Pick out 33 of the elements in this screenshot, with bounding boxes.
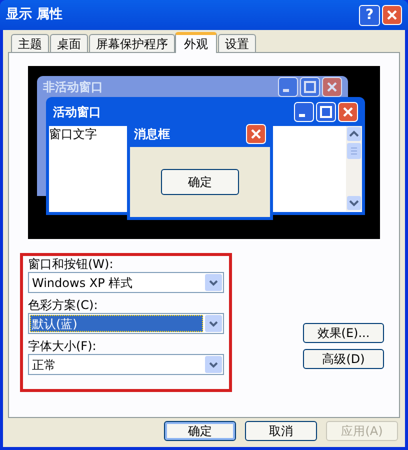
dropdown-value: 正常 [31, 356, 57, 372]
dialog-button[interactable]: 确定 [164, 421, 236, 441]
close-icon[interactable] [322, 77, 342, 97]
message-box-title: 消息框 [134, 126, 171, 142]
side-button[interactable]: 高级(D) [303, 349, 384, 369]
minimize-icon[interactable] [278, 77, 298, 97]
side-button[interactable]: 效果(E)... [303, 323, 384, 343]
minimize-icon[interactable] [294, 102, 314, 122]
tab[interactable]: 设置 [218, 34, 256, 52]
field-label: 色彩方案(C): [28, 297, 99, 313]
tab[interactable]: 桌面 [50, 34, 88, 52]
dropdown-value: 默认(蓝) [30, 315, 203, 332]
help-button[interactable]: ? [359, 4, 380, 26]
dropdown[interactable]: Windows XP 样式 [28, 272, 224, 293]
maximize-icon[interactable] [300, 77, 320, 97]
window-title: 显示 属性 [6, 6, 64, 24]
window-text: 窗口文字 [49, 126, 97, 140]
dialog-button[interactable]: 取消 [245, 421, 317, 441]
dropdown[interactable]: 默认(蓝) [28, 313, 224, 334]
tab[interactable]: 外观 [175, 32, 217, 53]
field-label: 窗口和按钮(W): [28, 256, 114, 272]
dropdown-value: Windows XP 样式 [31, 274, 134, 290]
ok-button[interactable]: 确定 [161, 169, 239, 195]
field-label: 字体大小(F): [28, 338, 98, 354]
tab[interactable]: 主题 [11, 34, 49, 52]
dropdown[interactable]: 正常 [28, 354, 224, 375]
tab[interactable]: 屏幕保护程序 [89, 34, 175, 52]
close-icon[interactable] [246, 124, 266, 144]
close-icon[interactable] [338, 102, 358, 122]
active-window-title: 活动窗口 [53, 104, 102, 120]
inactive-window-title: 非活动窗口 [43, 79, 104, 96]
close-button[interactable] [382, 5, 402, 25]
maximize-icon[interactable] [316, 102, 336, 122]
